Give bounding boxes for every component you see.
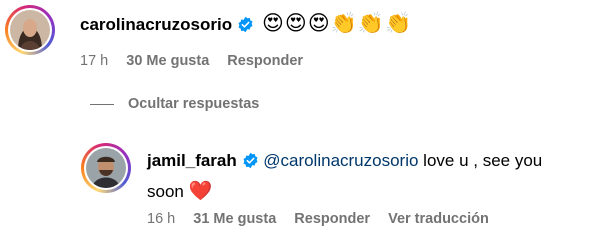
reply-body: jamil_farah @carolinacruzosorio love u ,…	[147, 147, 597, 206]
see-translation-button[interactable]: Ver traducción	[388, 211, 489, 227]
reply-reply-button[interactable]: Responder	[294, 211, 370, 227]
reply-line-2: soon ❤️	[147, 178, 597, 206]
reply-username[interactable]: jamil_farah	[147, 151, 237, 170]
reply-likes[interactable]: 31 Me gusta	[193, 211, 276, 227]
hide-replies-label: Ocultar respuestas	[128, 96, 260, 112]
comment-username[interactable]: carolinacruzosorio	[80, 15, 232, 34]
heart-eyes-emoji-icon: 😍	[307, 12, 330, 35]
reply-meta: 16 h 31 Me gusta Responder Ver traducció…	[147, 211, 503, 227]
hide-replies-line	[90, 103, 114, 105]
comment-header: carolinacruzosorio 😍😍😍👏👏👏	[80, 13, 412, 38]
heart-eyes-emoji-icon: 😍	[262, 12, 284, 35]
avatar-jamil-farah[interactable]	[81, 143, 131, 193]
verified-badge-icon	[242, 150, 259, 178]
avatar-ring-inner	[84, 146, 128, 190]
hide-replies-button[interactable]: Ocultar respuestas	[90, 96, 259, 112]
clapping-hands-emoji-icon: 👏	[330, 12, 357, 35]
comment-likes[interactable]: 30 Me gusta	[126, 53, 209, 69]
avatar-ring-inner	[8, 8, 52, 52]
verified-badge-icon	[237, 16, 254, 38]
reply-mention-link[interactable]: @carolinacruzosorio	[263, 151, 418, 170]
reply-text-line2: soon	[147, 182, 184, 201]
comment-time[interactable]: 17 h	[80, 53, 108, 69]
clapping-hands-emoji-icon: 👏	[385, 12, 412, 35]
comment-reply-button[interactable]: Responder	[227, 53, 303, 69]
reply-time[interactable]: 16 h	[147, 211, 175, 227]
comment-meta: 17 h 30 Me gusta Responder	[80, 53, 317, 69]
reply-line-1: jamil_farah @carolinacruzosorio love u ,…	[147, 147, 597, 178]
avatar-carolinacruzosorio[interactable]	[5, 5, 55, 55]
red-heart-emoji-icon: ❤️	[188, 181, 213, 202]
avatar-photo	[10, 10, 50, 50]
avatar-photo	[86, 148, 126, 188]
heart-eyes-emoji-icon: 😍	[284, 12, 307, 35]
comment-emojis: 😍😍😍👏👏👏	[262, 13, 412, 34]
clapping-hands-emoji-icon: 👏	[357, 12, 385, 35]
reply-text-line1: love u , see you	[418, 151, 543, 170]
